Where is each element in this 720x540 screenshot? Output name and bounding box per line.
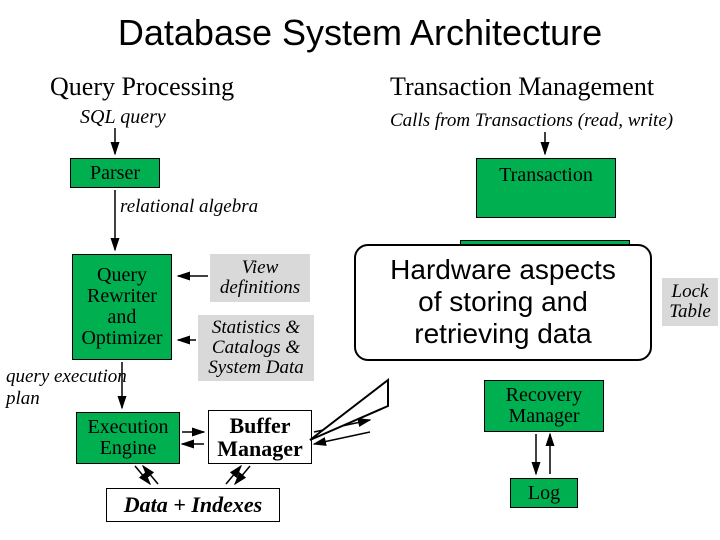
label-txn-calls: Calls from Transactions (read, write)	[390, 110, 673, 132]
heading-query-processing: Query Processing	[50, 72, 234, 102]
callout-hardware-aspects: Hardware aspects of storing and retrievi…	[354, 244, 652, 361]
box-log: Log	[510, 478, 578, 508]
box-data-indexes: Data + Indexes	[106, 488, 280, 522]
label-sql-query: SQL query	[80, 106, 166, 129]
box-buffer-manager: Buffer Manager	[208, 410, 312, 464]
callout-tail	[300, 378, 390, 448]
box-optimizer: Query Rewriter and Optimizer	[72, 254, 172, 360]
box-execution-engine: Execution Engine	[76, 412, 180, 464]
label-qep: query execution plan	[6, 366, 127, 410]
box-parser: Parser	[70, 158, 160, 188]
box-lock-table: Lock Table	[662, 278, 718, 326]
page-title: Database System Architecture	[0, 12, 720, 54]
heading-transaction-management: Transaction Management	[390, 72, 654, 102]
label-relational-algebra: relational algebra	[120, 196, 258, 218]
box-view-definitions: View definitions	[210, 254, 310, 302]
box-statistics: Statistics & Catalogs & System Data	[198, 315, 314, 381]
box-recovery-manager: Recovery Manager	[484, 380, 604, 432]
box-transaction: Transaction	[476, 158, 616, 218]
